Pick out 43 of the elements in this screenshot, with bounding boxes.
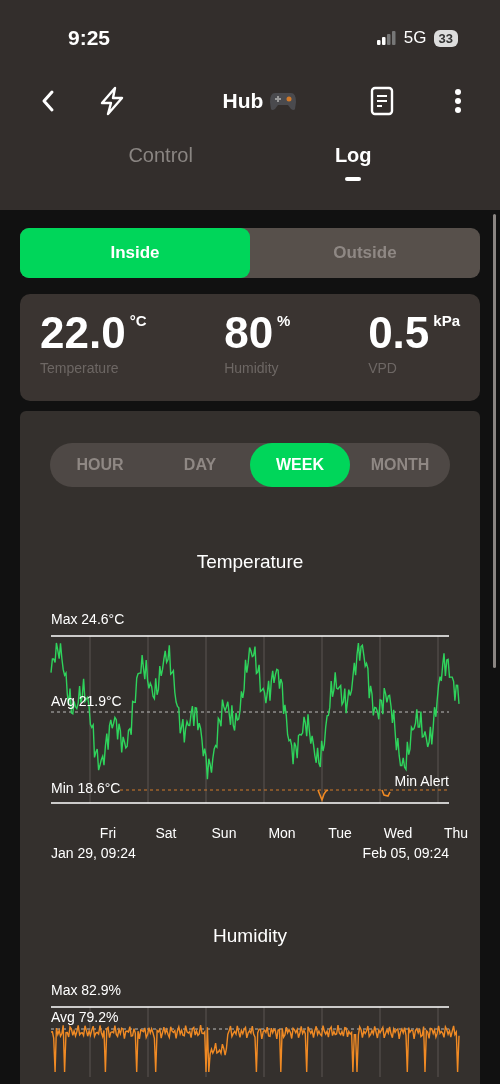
period-option[interactable]: DAY: [150, 443, 250, 487]
day-label: Mon: [268, 825, 296, 841]
day-label: Tue: [328, 825, 352, 841]
period-option[interactable]: HOUR: [50, 443, 150, 487]
back-icon[interactable]: [40, 89, 56, 113]
tab[interactable]: Log: [328, 136, 378, 183]
day-label: Wed: [383, 825, 413, 841]
lightning-icon[interactable]: [98, 86, 126, 116]
chart-title: Temperature: [196, 551, 304, 573]
signal-icon: [376, 31, 397, 45]
day-label: Sun: [211, 825, 237, 841]
end-date-label: Feb 05, 09:24: [362, 845, 449, 861]
max-label: Max 24.6°C: [51, 611, 125, 627]
battery-indicator: 33: [433, 29, 458, 47]
alert-label: Min Alert: [394, 773, 449, 789]
location-option[interactable]: Inside: [20, 228, 250, 278]
chart-title: Humidity: [213, 925, 287, 947]
more-icon[interactable]: [454, 88, 462, 114]
day-label: Sat: [155, 825, 177, 841]
alert-dip-drawing: [381, 789, 391, 797]
day-label: Thu: [443, 825, 469, 841]
min-label: Min 18.6°C: [51, 780, 121, 796]
average-label: Avg 79.2%: [51, 1009, 119, 1025]
period-option[interactable]: MONTH: [350, 443, 450, 487]
max-label: Max 82.9%: [51, 982, 122, 998]
reading-unit: kPa: [433, 312, 460, 329]
tab[interactable]: Control: [122, 136, 199, 183]
reading-value: 80: [224, 308, 274, 358]
network-label: 5G: [403, 28, 427, 48]
reading-unit: °C: [129, 312, 147, 329]
gamepad-icon: [269, 90, 298, 112]
status-time: 9:25: [68, 26, 111, 50]
scrollbar[interactable]: [493, 214, 496, 668]
day-label: Fri: [99, 825, 117, 841]
device-title: Hub: [222, 89, 264, 113]
location-option[interactable]: Outside: [250, 228, 480, 278]
document-icon[interactable]: [370, 86, 394, 116]
reading-value: 22.0: [40, 308, 126, 358]
reading-value: 0.5: [368, 308, 430, 358]
start-date-label: Jan 29, 09:24: [51, 845, 136, 861]
alert-dip-drawing: [317, 789, 329, 803]
reading-unit: %: [277, 312, 291, 329]
period-option[interactable]: WEEK: [250, 443, 350, 487]
